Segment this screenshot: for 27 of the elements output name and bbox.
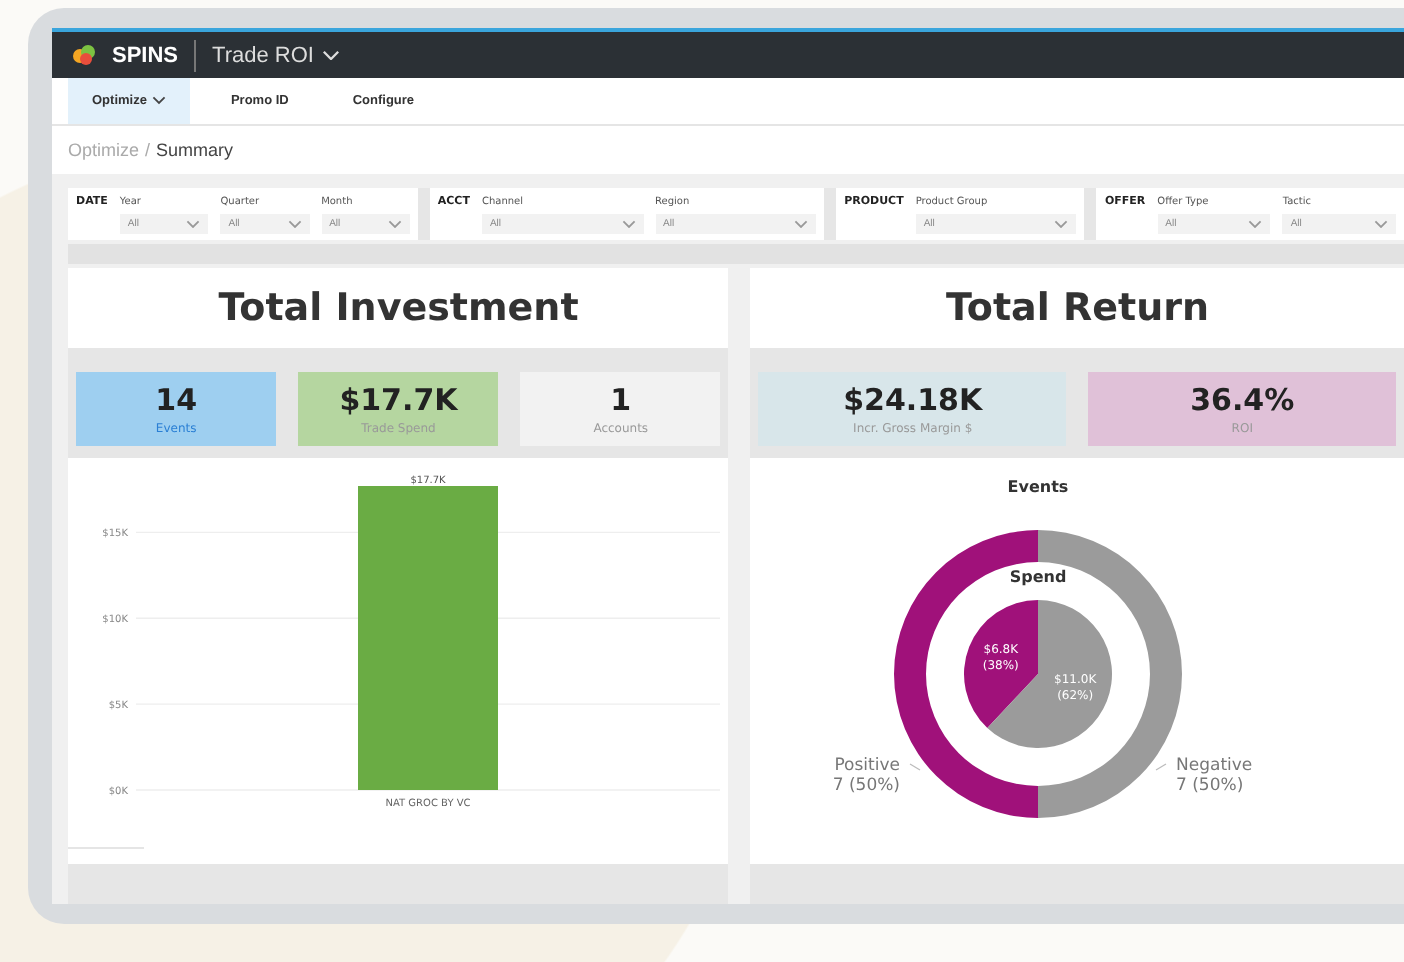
panel-title: Total Return [750, 268, 1404, 348]
panel-title: Total Investment [68, 268, 729, 348]
kpi-value: 36.4% [1190, 382, 1295, 418]
chevron-down-icon [321, 49, 340, 61]
chevron-down-icon [1248, 219, 1263, 229]
app-switcher[interactable]: Trade ROI [212, 43, 340, 67]
chevron-down-icon [1054, 219, 1069, 229]
chevron-down-icon [387, 219, 402, 229]
kpi-value: 1 [610, 382, 632, 418]
kpi-value: 14 [155, 382, 198, 418]
chevron-down-icon [152, 96, 167, 106]
chevron-down-icon [186, 219, 201, 229]
chevron-down-icon [287, 219, 302, 229]
chevron-down-icon [621, 219, 636, 229]
chevron-down-icon [794, 219, 809, 229]
chevron-down-icon [1374, 219, 1389, 229]
donut-segment-label: Positive 7 (50%) [833, 756, 901, 796]
brand-name: SPINS [112, 43, 179, 67]
breadcrumb-separator: / [145, 140, 151, 160]
logo-icon [72, 44, 96, 66]
chart-title: Spend [1010, 568, 1068, 586]
donut-segment-label: Negative 7 (50%) [1176, 756, 1254, 796]
chart-title: Events [1008, 478, 1070, 496]
kpi-value: $17.7K [339, 382, 458, 418]
kpi-value: $24.18K [843, 382, 983, 418]
breadcrumb-link[interactable]: Optimize [68, 140, 140, 160]
breadcrumb-current: Summary [156, 140, 234, 160]
